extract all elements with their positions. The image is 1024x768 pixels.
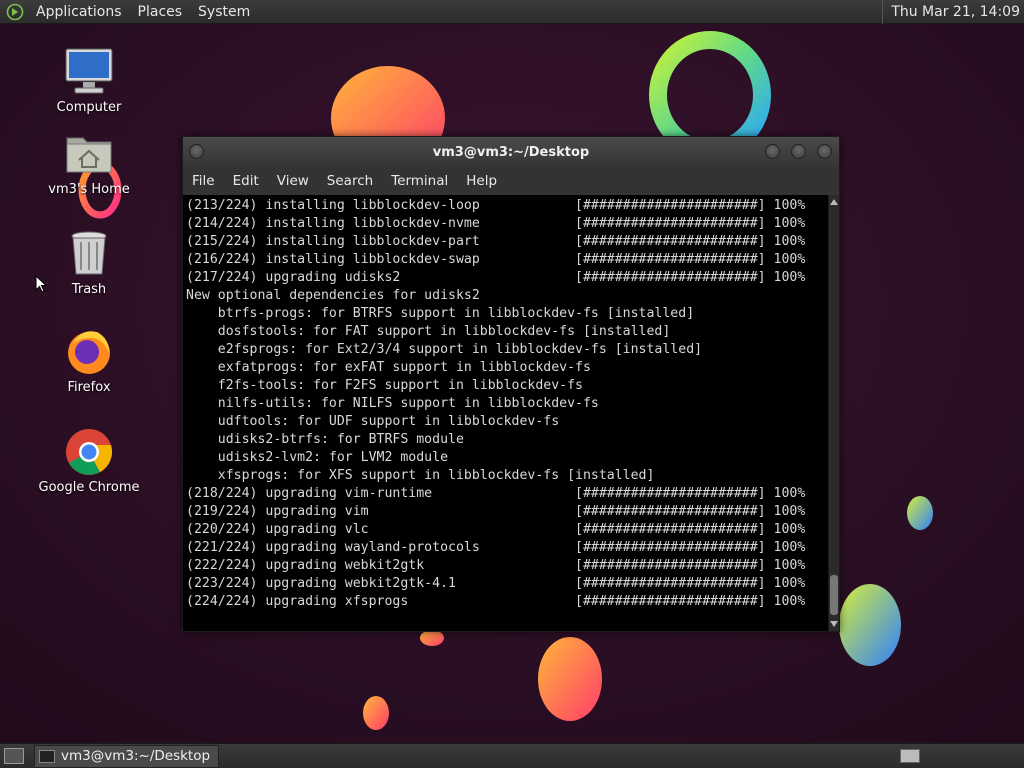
scroll-up-icon[interactable] [830, 199, 838, 205]
terminal-line: (213/224) installing libblockdev-loop [#… [186, 198, 806, 213]
distro-logo-icon[interactable] [6, 3, 24, 21]
close-button[interactable] [817, 144, 832, 159]
menu-help[interactable]: Help [457, 167, 506, 195]
computer-icon [65, 48, 113, 94]
terminal-line: (224/224) upgrading xfsprogs [##########… [186, 594, 806, 609]
terminal-line: (216/224) installing libblockdev-swap [#… [186, 252, 806, 267]
terminal-line: f2fs-tools: for F2FS support in libblock… [186, 378, 583, 393]
terminal-line: btrfs-progs: for BTRFS support in libblo… [186, 306, 695, 321]
workspace-switcher[interactable] [900, 749, 920, 763]
desktop-icon-label: Google Chrome [38, 480, 140, 495]
desktop-icon-home[interactable]: vm3's Home [34, 128, 144, 197]
places-menu[interactable]: Places [130, 0, 191, 24]
terminal-scrollbar[interactable] [828, 195, 839, 631]
terminal-window[interactable]: vm3@vm3:~/Desktop File Edit View Search … [182, 136, 840, 632]
window-titlebar[interactable]: vm3@vm3:~/Desktop [183, 137, 839, 167]
taskbar-item-terminal[interactable]: vm3@vm3:~/Desktop [34, 744, 220, 768]
minimize-button[interactable] [765, 144, 780, 159]
terminal-line: udisks2-lvm2: for LVM2 module [186, 450, 449, 465]
menu-terminal[interactable]: Terminal [382, 167, 457, 195]
desktop-icon-label: Trash [71, 282, 107, 297]
terminal-line: (223/224) upgrading webkit2gtk-4.1 [####… [186, 576, 806, 591]
terminal-line: (215/224) installing libblockdev-part [#… [186, 234, 806, 249]
desktop-icon-label: vm3's Home [48, 182, 130, 197]
desktop-icon-chrome[interactable]: Google Chrome [34, 426, 144, 495]
menu-edit[interactable]: Edit [224, 167, 268, 195]
menu-view[interactable]: View [268, 167, 318, 195]
taskbar-item-label: vm3@vm3:~/Desktop [61, 748, 211, 764]
terminal-line: udisks2-btrfs: for BTRFS module [186, 432, 464, 447]
terminal-line: xfsprogs: for XFS support in libblockdev… [186, 468, 655, 483]
bottom-panel: vm3@vm3:~/Desktop [0, 743, 1024, 768]
trash-icon [71, 231, 107, 275]
menu-file[interactable]: File [183, 167, 224, 195]
desktop-icon-computer[interactable]: Computer [34, 46, 144, 115]
desktop-icon-label: Computer [56, 100, 122, 115]
terminal-line: (218/224) upgrading vim-runtime [#######… [186, 486, 806, 501]
system-menu[interactable]: System [190, 0, 258, 24]
terminal-line: (222/224) upgrading webkit2gtk [########… [186, 558, 806, 573]
menu-search[interactable]: Search [318, 167, 382, 195]
terminal-line: dosfstools: for FAT support in libblockd… [186, 324, 671, 339]
desktop-icon-firefox[interactable]: Firefox [34, 326, 144, 395]
terminal-line: (221/224) upgrading wayland-protocols [#… [186, 540, 806, 555]
terminal-line: exfatprogs: for exFAT support in libbloc… [186, 360, 591, 375]
terminal-line: e2fsprogs: for Ext2/3/4 support in libbl… [186, 342, 703, 357]
chrome-icon [66, 429, 113, 475]
terminal-line: nilfs-utils: for NILFS support in libblo… [186, 396, 599, 411]
terminal-line: udftools: for UDF support in libblockdev… [186, 414, 560, 429]
terminal-line: (217/224) upgrading udisks2 [###########… [186, 270, 806, 285]
terminal-line: (219/224) upgrading vim [###############… [186, 504, 806, 519]
mouse-cursor-icon [35, 275, 47, 293]
terminal-icon [39, 749, 55, 763]
scroll-down-icon[interactable] [830, 621, 838, 627]
terminal-line: (214/224) installing libblockdev-nvme [#… [186, 216, 806, 231]
top-panel: Applications Places System Thu Mar 21, 1… [0, 0, 1024, 24]
desktop-icon-trash[interactable]: Trash [34, 228, 144, 297]
maximize-button[interactable] [791, 144, 806, 159]
terminal-line: New optional dependencies for udisks2 [186, 288, 480, 303]
window-menu-button[interactable] [189, 144, 204, 159]
clock[interactable]: Thu Mar 21, 14:09 [882, 0, 1024, 24]
terminal-output[interactable]: (213/224) installing libblockdev-loop [#… [183, 195, 828, 631]
window-title: vm3@vm3:~/Desktop [432, 144, 590, 160]
show-desktop-icon[interactable] [4, 748, 24, 764]
scrollbar-thumb[interactable] [830, 575, 838, 615]
terminal-line: (220/224) upgrading vlc [###############… [186, 522, 806, 537]
terminal-menubar: File Edit View Search Terminal Help [183, 167, 839, 195]
applications-menu[interactable]: Applications [28, 0, 130, 24]
firefox-icon [68, 331, 110, 374]
home-folder-icon [66, 137, 112, 173]
desktop-icon-label: Firefox [67, 380, 111, 395]
